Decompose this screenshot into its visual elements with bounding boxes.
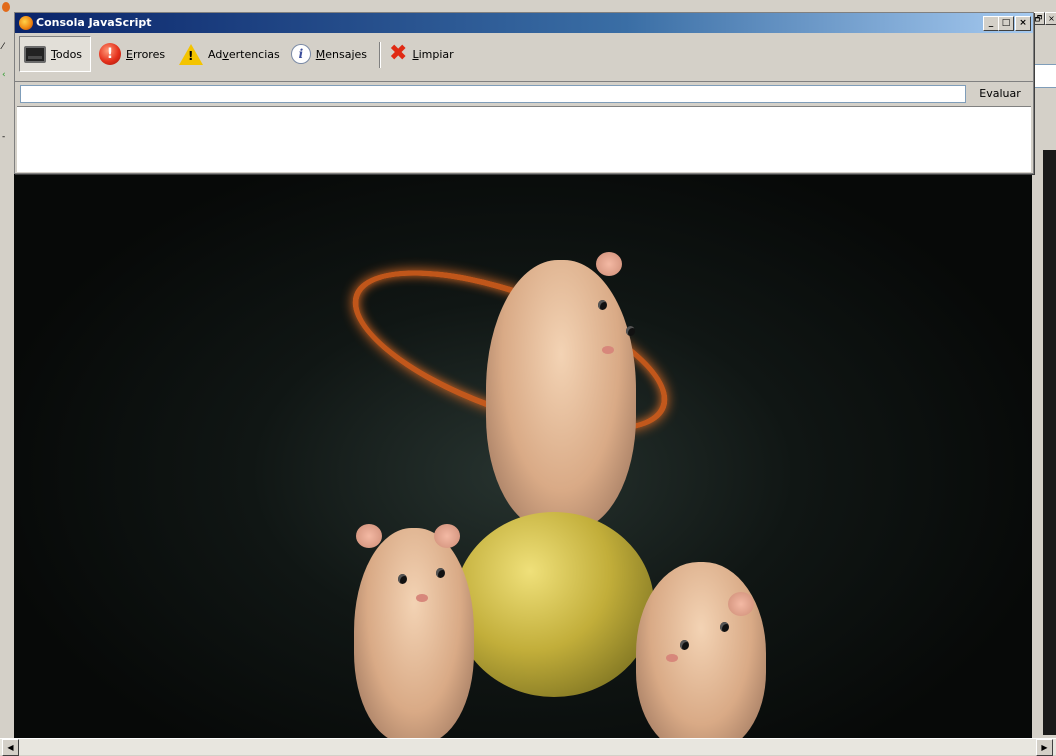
background-window-right-edge: 🗗 × <box>1032 0 1056 738</box>
terminal-icon <box>24 45 46 63</box>
background-window-left-edge: ⁄ ‹ - <box>0 0 14 738</box>
page-image <box>14 150 1032 738</box>
messages-label: Mensajes <box>315 47 367 61</box>
messages-button[interactable]: i Mensajes <box>287 36 371 72</box>
info-icon: i <box>291 44 311 64</box>
hamster-left <box>354 524 474 738</box>
all-messages-button[interactable]: Todos <box>19 36 91 72</box>
errors-button[interactable]: ! Errores <box>95 36 171 72</box>
maximize-button[interactable]: □ <box>998 16 1014 31</box>
close-button[interactable]: × <box>1015 16 1031 31</box>
all-label: Todos <box>51 47 83 61</box>
console-toolbar: Todos ! Errores ! Advertencias i Mensaje… <box>15 34 1033 78</box>
warning-icon: ! <box>179 43 203 65</box>
firefox-icon <box>2 2 10 12</box>
hamster-top <box>486 252 636 530</box>
console-output-area[interactable] <box>17 106 1031 172</box>
scroll-left-button[interactable]: ◀ <box>2 739 19 756</box>
url-field-fragment[interactable] <box>1034 64 1056 88</box>
clear-button[interactable]: ✖ Limpiar <box>385 36 457 72</box>
close-button[interactable]: × <box>1045 12 1056 25</box>
toolbar-separator <box>379 42 381 68</box>
horizontal-scrollbar[interactable]: ◀ ▶ <box>0 738 1056 756</box>
back-arrow-icon: ‹ <box>2 70 6 80</box>
window-title: Consola JavaScript <box>36 16 152 29</box>
console-titlebar[interactable]: Consola JavaScript _ □ × <box>15 13 1033 33</box>
code-input[interactable] <box>20 85 966 103</box>
tab-fragment: - <box>2 132 6 142</box>
javascript-console-window: Consola JavaScript _ □ × Todos ! Errores… <box>14 12 1034 174</box>
page-image-right-edge <box>1043 150 1056 735</box>
warnings-label: Advertencias <box>208 47 280 61</box>
firefox-icon <box>19 16 33 30</box>
clear-label: Limpiar <box>412 47 454 61</box>
toolbar-fragment: ⁄ <box>2 42 4 52</box>
minimize-button[interactable]: _ <box>983 16 999 31</box>
evaluate-button[interactable]: Evaluar <box>971 85 1029 103</box>
errors-label: Errores <box>126 47 166 61</box>
scroll-right-button[interactable]: ▶ <box>1036 739 1053 756</box>
apple <box>454 512 654 697</box>
hamster-right <box>636 562 766 738</box>
clear-icon: ✖ <box>389 41 408 66</box>
error-icon: ! <box>99 43 121 65</box>
evaluate-row: Evaluar <box>15 81 1033 106</box>
warnings-button[interactable]: ! Advertencias <box>175 36 283 72</box>
